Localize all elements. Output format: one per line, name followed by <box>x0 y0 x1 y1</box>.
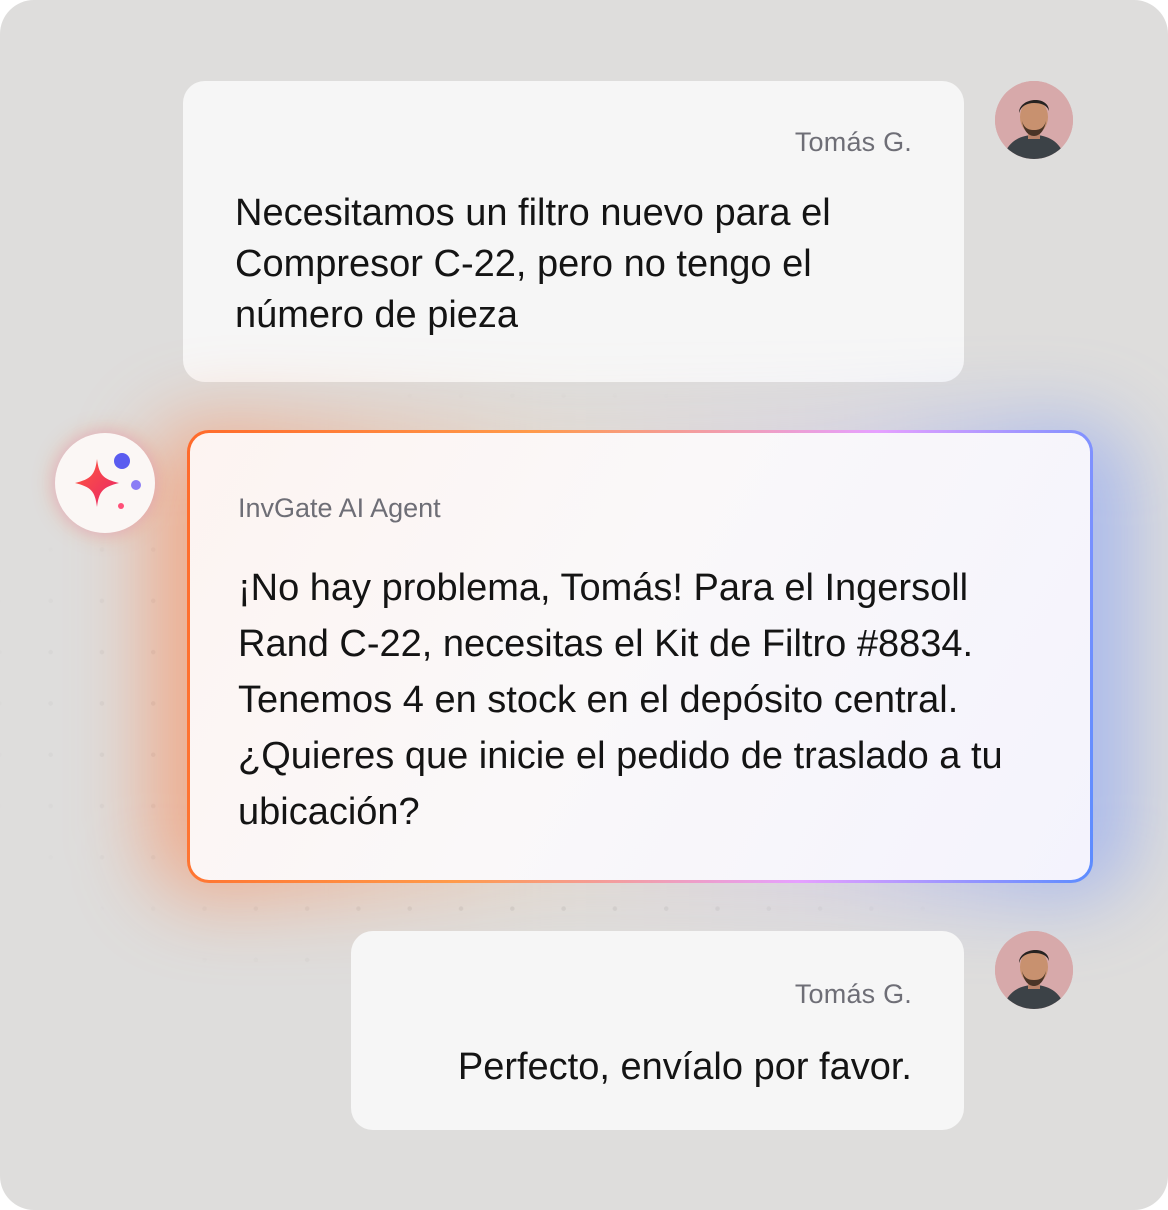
message-text: ¡No hay problema, Tomás! Para el Ingerso… <box>238 567 1003 833</box>
user-avatar <box>995 931 1073 1009</box>
user-message-bubble: Tomás G. Perfecto, envíalo por favor. <box>351 931 964 1130</box>
ai-message-bubble: InvGate AI Agent ¡No hay problema, Tomás… <box>187 430 1093 883</box>
user-avatar <box>995 81 1073 159</box>
sparkle-icon <box>75 453 141 509</box>
sender-name: Tomás G. <box>794 979 912 1009</box>
user-message-bubble: Tomás G. Necesitamos un filtro nuevo par… <box>183 81 964 382</box>
sender-name: Tomás G. <box>794 127 912 157</box>
ai-agent-avatar <box>55 433 155 533</box>
message-text: Perfecto, envíalo por favor. <box>457 1046 912 1088</box>
chat-window: Tomás G. Necesitamos un filtro nuevo par… <box>0 0 1168 1210</box>
sender-name: InvGate AI Agent <box>238 493 441 523</box>
message-text: Necesitamos un filtro nuevo para el Comp… <box>235 192 831 336</box>
